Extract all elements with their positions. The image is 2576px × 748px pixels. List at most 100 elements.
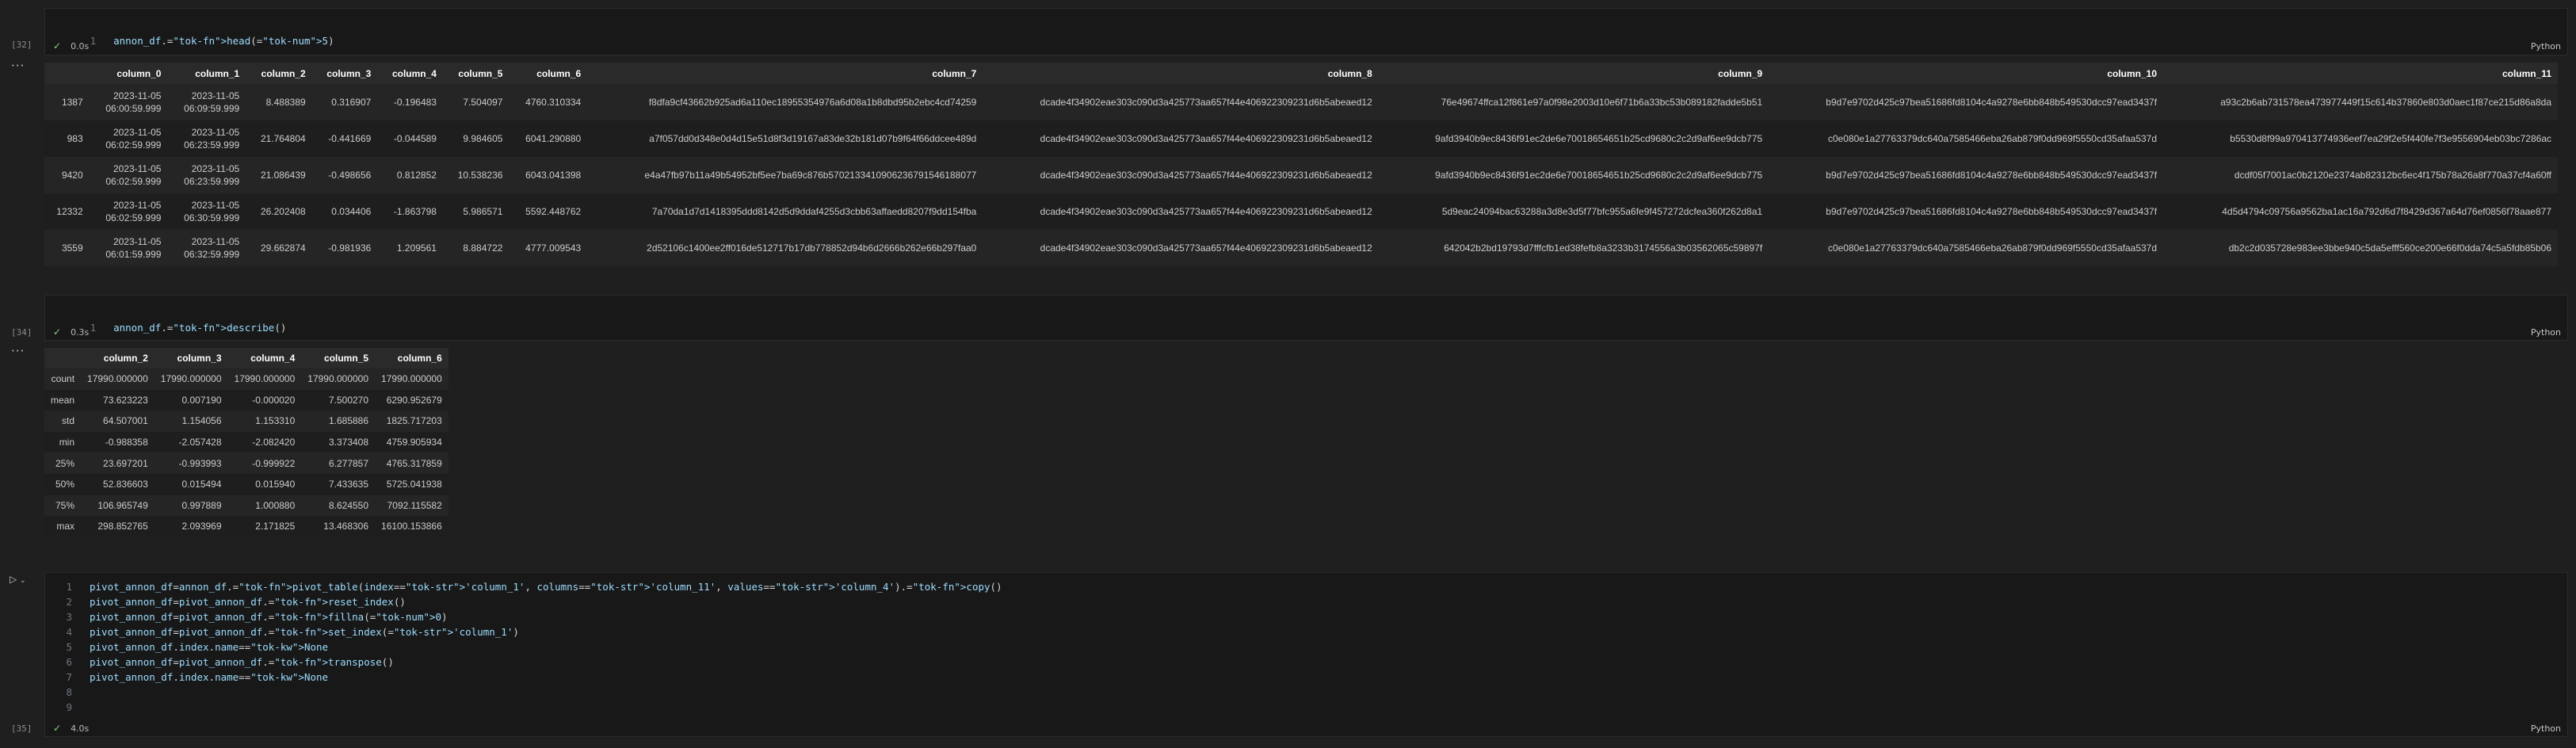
table-cell: 21.764804	[260, 133, 306, 144]
table-cell: 5725.041938	[386, 479, 442, 490]
table-cell: 23.697201	[103, 457, 148, 469]
code-line[interactable]: 9	[45, 700, 90, 715]
table-cell: 2023-11-05 06:23:59.999	[184, 163, 240, 187]
column-header: column_5	[324, 353, 369, 364]
table-cell: 8.488389	[265, 97, 306, 108]
table-cell: 0.007190	[181, 394, 222, 406]
table-cell: -2.082420	[252, 437, 296, 448]
table-cell: 26.202408	[260, 206, 306, 217]
code-text: pivot_annon_df=pivot_annon_df.="tok-fn">…	[90, 626, 519, 638]
table-row: 12332 2023-11-05 06:02:59.999 2023-11-05 0…	[44, 193, 2558, 230]
table-cell: 5d9eac24094bac63288a3d8e3d5f77bfc955a6fe…	[1441, 206, 1763, 217]
table-cell: 21.086439	[260, 170, 306, 181]
table-cell: 3.373408	[328, 437, 369, 448]
column-header: column_6	[397, 353, 442, 364]
table-cell: 0.015494	[181, 479, 222, 490]
code-line[interactable]: 4 pivot_annon_df=pivot_annon_df.="tok-fn"…	[45, 624, 519, 639]
table-cell: dcade4f34902eae303c090d3a425773aa657f44e…	[1040, 242, 1372, 254]
more-horizontal-icon[interactable]: ···	[11, 59, 25, 73]
table-cell: 52.836603	[103, 479, 148, 490]
table-cell: dcade4f34902eae303c090d3a425773aa657f44e…	[1040, 97, 1372, 108]
code-line[interactable]: 3 pivot_annon_df=pivot_annon_df.="tok-fn"…	[45, 609, 447, 624]
table-cell: 9afd3940b9ec8436f91ec2de6e70018654651b25…	[1435, 170, 1763, 181]
column-header: column_2	[261, 67, 306, 79]
table-cell: 5592.448762	[525, 206, 582, 217]
language-selector[interactable]: Python	[2531, 41, 2561, 52]
line-number: 2	[66, 596, 72, 608]
table-cell: -0.498656	[328, 170, 372, 181]
language-selector[interactable]: Python	[2531, 327, 2561, 338]
chevron-down-icon[interactable]: ⌄	[20, 577, 26, 585]
code-line[interactable]: 7 pivot_annon_df.index.name=="tok-kw">Non…	[45, 670, 328, 685]
language-selector[interactable]: Python	[2531, 723, 2561, 734]
code-line[interactable]: 2 pivot_annon_df=pivot_annon_df.="tok-fn"…	[45, 594, 406, 609]
code-line[interactable]: 1 annon_df.="tok-fn">describe()	[45, 305, 287, 334]
code-text: pivot_annon_df.index.name=="tok-kw">None	[90, 671, 329, 683]
table-header-row: column_2 column_3 column_4 column_5 column_6	[44, 348, 448, 368]
table-cell: dcdf05f7001ac0b2120e2374ab82312bc6ec4f17…	[2234, 170, 2551, 181]
table-cell: -0.000020	[252, 394, 296, 406]
table-cell: 2023-11-05 06:02:59.999	[105, 163, 162, 187]
line-number: 3	[66, 611, 72, 623]
table-cell: 17990.000000	[87, 373, 148, 385]
run-icon[interactable]: ▷ ⌄	[10, 574, 29, 586]
table-cell: dcade4f34902eae303c090d3a425773aa657f44e…	[1040, 206, 1372, 217]
table-cell: -0.044589	[393, 133, 437, 144]
table-cell: 13.468306	[323, 521, 369, 532]
table-row: 9420 2023-11-05 06:02:59.999 2023-11-05 06…	[44, 157, 2558, 193]
execution-duration: 0.3s	[71, 326, 90, 338]
table-cell: 4759.905934	[386, 437, 442, 448]
table-row: 50% 52.836603 0.015494 0.015940 7.433635 5725…	[44, 473, 448, 495]
table-cell: dcade4f34902eae303c090d3a425773aa657f44e…	[1040, 133, 1372, 144]
table-cell: 2023-11-05 06:09:59.999	[184, 90, 240, 114]
column-header: column_4	[250, 353, 296, 364]
head-output-table: column_0 column_1 column_2 column_3 column_4…	[44, 63, 2558, 266]
table-cell: 73.623223	[103, 394, 148, 406]
index-header	[44, 63, 90, 84]
table-cell: b9d7e9702d425c97bea51686fd8104c4a9278e6b…	[1826, 206, 2158, 217]
table-cell: c0e080e1a27763379dc640a7585466eba26ab879…	[1827, 133, 2158, 144]
table-cell: 2.093969	[181, 521, 222, 532]
table-cell: 0.812852	[396, 170, 437, 181]
table-row: 75% 106.965749 0.997889 1.000880 8.624550 709…	[44, 494, 448, 517]
table-cell: 1.154056	[181, 415, 222, 427]
code-text: pivot_annon_df.index.name=="tok-kw">None	[90, 641, 329, 653]
table-cell: 7a70da1d7d1418395ddd8142d5d9ddaf4255d3cb…	[651, 206, 977, 217]
table-cell: 2023-11-05 06:02:59.999	[105, 127, 162, 151]
code-line[interactable]: 1 pivot_annon_df=annon_df.="tok-fn">pivot…	[45, 579, 1002, 594]
row-index: max	[56, 521, 75, 532]
table-cell: 1.685886	[328, 415, 369, 427]
table-cell: 642042b2bd19793d7fffcfb1ed38fefb8a3233b3…	[1444, 242, 1763, 254]
table-cell: -2.057428	[178, 437, 222, 448]
table-cell: -0.988358	[105, 437, 148, 448]
table-cell: 106.965749	[97, 499, 148, 511]
table-cell: 8.884722	[463, 242, 503, 254]
table-cell: 4d5d4794c09756a9562ba1ac16a792d6d7f8429d…	[2222, 206, 2551, 217]
table-cell: 4760.310334	[525, 97, 582, 108]
code-line[interactable]: 1 annon_df.="tok-fn">head(="tok-num">5)	[45, 18, 334, 47]
row-index: 9420	[61, 170, 83, 181]
column-header: column_4	[391, 67, 437, 79]
line-number: 5	[66, 641, 72, 653]
table-cell: b9d7e9702d425c97bea51686fd8104c4a9278e6b…	[1826, 170, 2158, 181]
more-horizontal-icon[interactable]: ···	[11, 344, 25, 358]
table-cell: 8.624550	[328, 499, 369, 511]
table-cell: db2c2d035728e983ee3bbe940c5da5efff560ce2…	[2228, 242, 2551, 254]
table-cell: 10.538236	[457, 170, 503, 181]
describe-output-table: column_2 column_3 column_4 column_5 column_6…	[44, 348, 448, 537]
table-cell: -0.441669	[328, 133, 372, 144]
table-row: 3559 2023-11-05 06:01:59.999 2023-11-05 06…	[44, 230, 2558, 266]
table-cell: 7.504097	[463, 97, 503, 108]
code-line[interactable]: 5 pivot_annon_df.index.name=="tok-kw">Non…	[45, 639, 328, 654]
code-line[interactable]: 8	[45, 685, 90, 700]
row-index: 25%	[55, 457, 75, 469]
line-number: 6	[66, 656, 72, 668]
check-icon: ✓	[53, 723, 62, 734]
line-number: 8	[66, 686, 72, 698]
table-cell: 2023-11-05 06:32:59.999	[184, 236, 240, 260]
code-cell-pivot[interactable]: 1 pivot_annon_df=annon_df.="tok-fn">pivot…	[44, 572, 2568, 737]
code-text: pivot_annon_df=pivot_annon_df.="tok-fn">…	[90, 596, 406, 608]
column-header: column_10	[2107, 67, 2158, 79]
code-line[interactable]: 6 pivot_annon_df=pivot_annon_df.="tok-fn"…	[45, 654, 393, 670]
row-index: 12332	[56, 206, 83, 217]
